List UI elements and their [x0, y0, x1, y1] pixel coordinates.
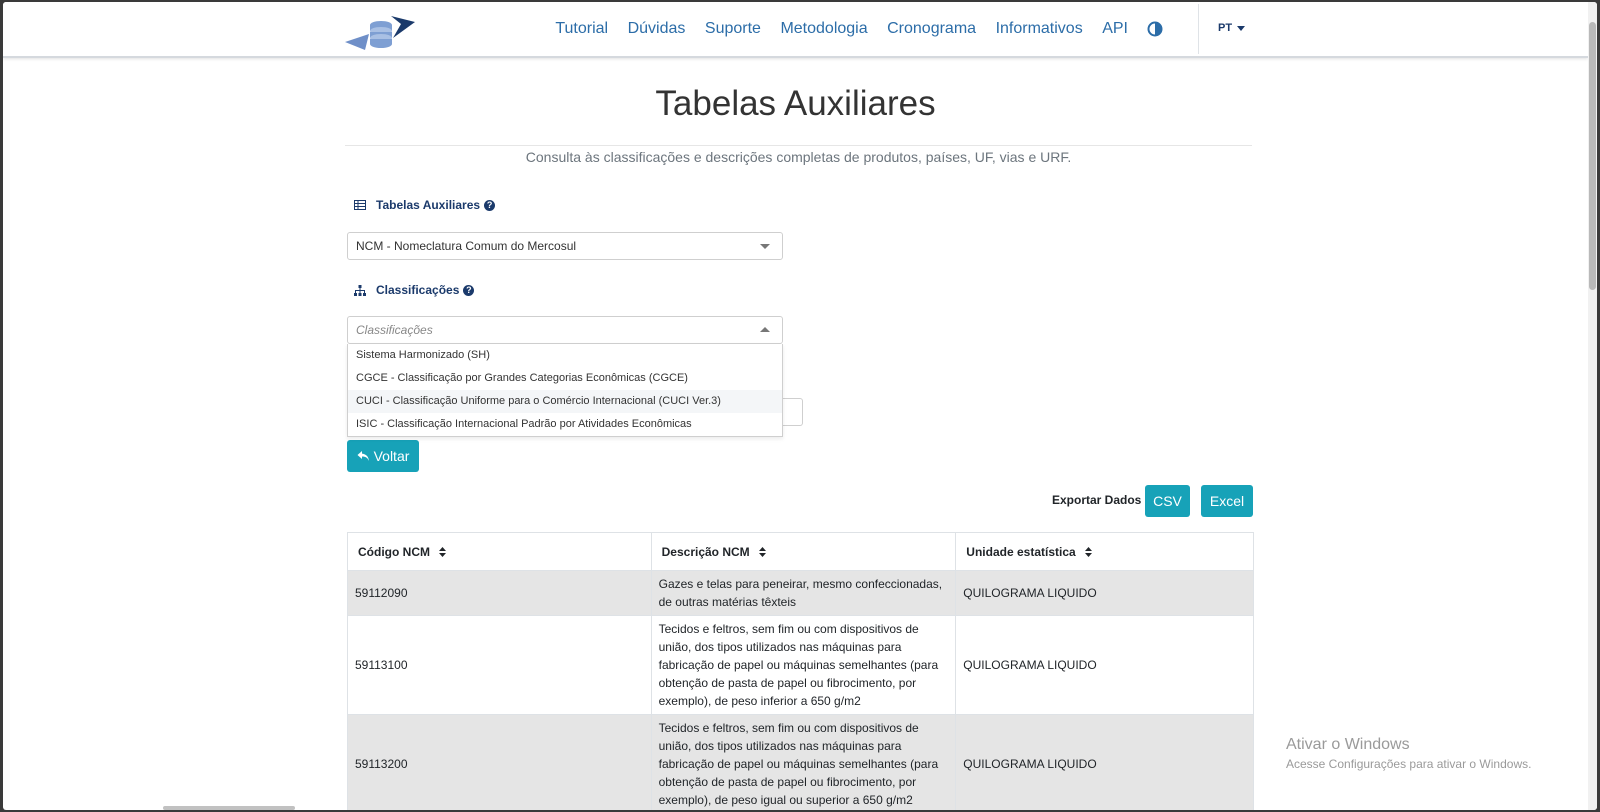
classificacoes-select[interactable]: Classificações [347, 316, 783, 344]
column-header-descricao[interactable]: Descrição NCM [650, 532, 957, 571]
table-header-row: Código NCM Descrição NCM Unidade estatís… [347, 532, 1254, 571]
nav-link-tutorial[interactable]: Tutorial [555, 20, 608, 38]
nav-link-duvidas[interactable]: Dúvidas [628, 20, 686, 38]
nav-links: Tutorial Dúvidas Suporte Metodologia Cro… [536, 2, 1163, 56]
cell-unidade: QUILOGRAMA LIQUIDO [955, 714, 1254, 810]
contrast-toggle-icon[interactable] [1147, 21, 1163, 37]
column-header-label: Código NCM [358, 544, 430, 559]
nav-link-informativos[interactable]: Informativos [996, 20, 1083, 38]
title-divider [345, 145, 1252, 146]
top-navbar: Tutorial Dúvidas Suporte Metodologia Cro… [3, 2, 1588, 58]
page-title: Tabelas Auxiliares [655, 84, 936, 123]
column-header-codigo[interactable]: Código NCM [347, 532, 652, 571]
cell-descricao: Tecidos e feltros, sem fim ou com dispos… [650, 714, 957, 810]
sort-icon [439, 547, 447, 558]
tabelas-label: Tabelas Auxiliares ? [354, 198, 496, 212]
windows-activation-title: Ativar o Windows [1286, 736, 1410, 753]
csv-button[interactable]: CSV [1145, 485, 1190, 517]
sort-icon [1085, 547, 1093, 558]
excel-button[interactable]: Excel [1201, 485, 1253, 517]
voltar-button[interactable]: Voltar [347, 440, 419, 472]
scrollbar-thumb[interactable] [1589, 22, 1596, 290]
language-label: PT [1218, 22, 1233, 34]
table-icon [354, 200, 366, 210]
classificacoes-label: Classificações ? [354, 283, 475, 297]
table-row: 59112090 Gazes e telas para peneirar, me… [347, 570, 1254, 616]
horizontal-scrollbar-thumb[interactable] [163, 806, 295, 810]
cell-unidade: QUILOGRAMA LIQUIDO [955, 615, 1254, 715]
voltar-label: Voltar [373, 448, 410, 464]
cell-codigo: 59113200 [347, 714, 652, 810]
dropdown-option-cuci[interactable]: CUCI - Classificação Uniforme para o Com… [348, 390, 782, 413]
tabelas-label-text: Tabelas Auxiliares [376, 198, 481, 212]
browser-window: Tutorial Dúvidas Suporte Metodologia Cro… [3, 2, 1597, 810]
cell-unidade: QUILOGRAMA LIQUIDO [955, 570, 1254, 616]
classificacoes-label-text: Classificações [376, 283, 460, 297]
cell-descricao: Gazes e telas para peneirar, mesmo confe… [650, 570, 957, 616]
tabelas-select[interactable]: NCM - Nomeclatura Comum do Mercosul [347, 232, 783, 260]
nav-link-metodologia[interactable]: Metodologia [780, 20, 867, 38]
chevron-up-icon [760, 327, 770, 332]
column-header-unidade[interactable]: Unidade estatística [955, 532, 1254, 571]
cell-codigo: 59113100 [347, 615, 652, 715]
table-row: 59113100 Tecidos e feltros, sem fim ou c… [347, 615, 1254, 715]
chevron-down-icon [760, 244, 770, 249]
table-row: 59113200 Tecidos e feltros, sem fim ou c… [347, 714, 1254, 810]
chevron-down-icon [1237, 25, 1246, 31]
classificacoes-placeholder: Classificações [356, 323, 433, 337]
vertical-scrollbar[interactable] [1588, 2, 1597, 810]
nav-link-cronograma[interactable]: Cronograma [887, 20, 976, 38]
help-icon[interactable]: ? [463, 284, 475, 296]
dropdown-option-sh[interactable]: Sistema Harmonizado (SH) [348, 344, 782, 367]
nav-link-api[interactable]: API [1102, 20, 1128, 38]
sitemap-icon [354, 284, 366, 296]
help-icon[interactable]: ? [484, 199, 496, 211]
column-header-label: Unidade estatística [966, 544, 1076, 559]
windows-activation-subtitle: Acesse Configurações para ativar o Windo… [1286, 757, 1532, 771]
cell-descricao: Tecidos e feltros, sem fim ou com dispos… [650, 615, 957, 715]
tabelas-selected-value: NCM - Nomeclatura Comum do Mercosul [356, 239, 577, 253]
cell-codigo: 59112090 [347, 570, 652, 616]
export-label: Exportar Dados [1052, 493, 1142, 507]
reply-icon [357, 451, 369, 461]
nav-divider [1198, 4, 1199, 54]
nav-link-suporte[interactable]: Suporte [705, 20, 761, 38]
ncm-table: Código NCM Descrição NCM Unidade estatís… [347, 532, 1254, 810]
dropdown-option-cgce[interactable]: CGCE - Classificação por Grandes Categor… [348, 367, 782, 390]
column-header-label: Descrição NCM [661, 544, 750, 559]
site-logo[interactable] [343, 10, 423, 52]
classificacoes-dropdown: Sistema Harmonizado (SH) CGCE - Classifi… [347, 344, 783, 437]
sort-icon [759, 547, 766, 558]
language-selector[interactable]: PT [1218, 22, 1246, 34]
dropdown-option-isic[interactable]: ISIC - Classificação Internacional Padrã… [348, 413, 782, 436]
page-subtitle: Consulta às classificações e descrições … [525, 149, 1072, 165]
